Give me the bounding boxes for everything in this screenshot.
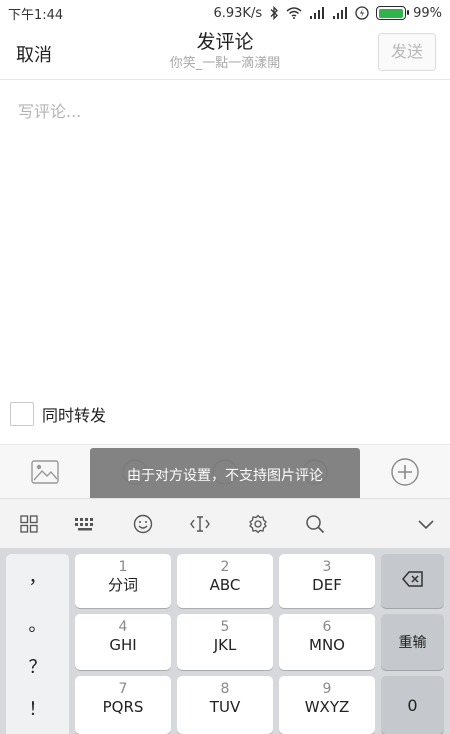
repost-label: 同时转发 <box>42 406 107 425</box>
wifi-icon <box>286 7 302 19</box>
key-7[interactable]: 7 PQRS <box>75 676 171 734</box>
battery-icon <box>376 6 410 20</box>
compose-header: 取消 发评论 你笑_一點一滴漾開 发送 <box>0 26 450 80</box>
battery-fill <box>378 8 404 18</box>
key-9-label: WXYZ <box>304 698 350 716</box>
status-time: 下午1:44 <box>8 7 64 23</box>
key-2-number: 2 <box>220 559 230 575</box>
key-4-number: 4 <box>118 619 128 635</box>
key-9[interactable]: 9 WXYZ <box>279 676 375 734</box>
send-button[interactable]: 发送 <box>378 33 436 71</box>
image-icon[interactable] <box>30 457 60 487</box>
punctuation-column: ， 。 ？ ！ <box>6 554 69 734</box>
repost-checkbox[interactable] <box>10 402 34 426</box>
status-bar: 下午1:44 6.93K/s 99% <box>0 0 450 26</box>
cursor-move-icon[interactable] <box>188 512 212 536</box>
chevron-down-icon[interactable] <box>414 512 438 536</box>
key-7-label: PQRS <box>102 698 144 716</box>
backspace-icon <box>401 571 424 591</box>
repost-checkbox-row[interactable]: 同时转发 <box>10 402 106 426</box>
status-right: 6.93K/s 99% <box>213 6 442 21</box>
t9-keyboard: ， 。 ？ ！ 1 分词 2 ABC 3 DEF 4 GHI 5 JKL 6 M… <box>0 548 450 734</box>
retype-button[interactable]: 重输 <box>381 614 444 670</box>
add-icon[interactable] <box>390 457 420 487</box>
key-5-number: 5 <box>220 619 230 635</box>
key-5[interactable]: 5 JKL <box>177 614 273 670</box>
key-3[interactable]: 3 DEF <box>279 554 375 608</box>
backspace-button[interactable] <box>381 554 444 608</box>
key-1[interactable]: 1 分词 <box>75 554 171 608</box>
key-6-number: 6 <box>322 619 332 635</box>
grid-apps-icon[interactable] <box>17 512 41 536</box>
key-8-number: 8 <box>220 681 230 697</box>
keyboard-layout-icon[interactable] <box>73 512 97 536</box>
comment-input[interactable]: 写评论... <box>18 98 432 378</box>
keyboard-toolbar <box>0 498 450 548</box>
key-7-number: 7 <box>118 681 128 697</box>
key-4[interactable]: 4 GHI <box>75 614 171 670</box>
punct-exclaim[interactable]: ！ <box>6 690 69 730</box>
key-1-label: 分词 <box>107 576 138 594</box>
key-3-label: DEF <box>312 576 342 594</box>
emoji-keyboard-icon[interactable] <box>131 512 155 536</box>
key-1-number: 1 <box>118 559 128 575</box>
signal-icon-1 <box>309 7 325 19</box>
key-5-label: JKL <box>213 636 237 654</box>
toast-message: 由于对方设置，不支持图片评论 <box>90 448 360 502</box>
key-2-label: ABC <box>209 576 241 594</box>
key-8-label: TUV <box>209 698 241 716</box>
punct-period[interactable]: 。 <box>6 606 69 646</box>
key-2[interactable]: 2 ABC <box>177 554 273 608</box>
key-8[interactable]: 8 TUV <box>177 676 273 734</box>
key-0[interactable]: 0 <box>381 676 444 734</box>
punct-question[interactable]: ？ <box>6 648 69 688</box>
signal-icon-2 <box>332 7 348 19</box>
gear-icon[interactable] <box>246 512 270 536</box>
battery-percent: 99% <box>413 5 442 21</box>
key-4-label: GHI <box>109 636 137 654</box>
search-icon[interactable] <box>303 512 327 536</box>
punct-comma[interactable]: ， <box>6 558 69 598</box>
key-9-number: 9 <box>322 681 332 697</box>
charging-icon <box>355 6 369 20</box>
network-speed: 6.93K/s <box>213 5 263 21</box>
key-6-label: MNO <box>309 636 345 654</box>
key-3-number: 3 <box>322 559 332 575</box>
key-6[interactable]: 6 MNO <box>279 614 375 670</box>
bluetooth-icon <box>269 6 279 20</box>
